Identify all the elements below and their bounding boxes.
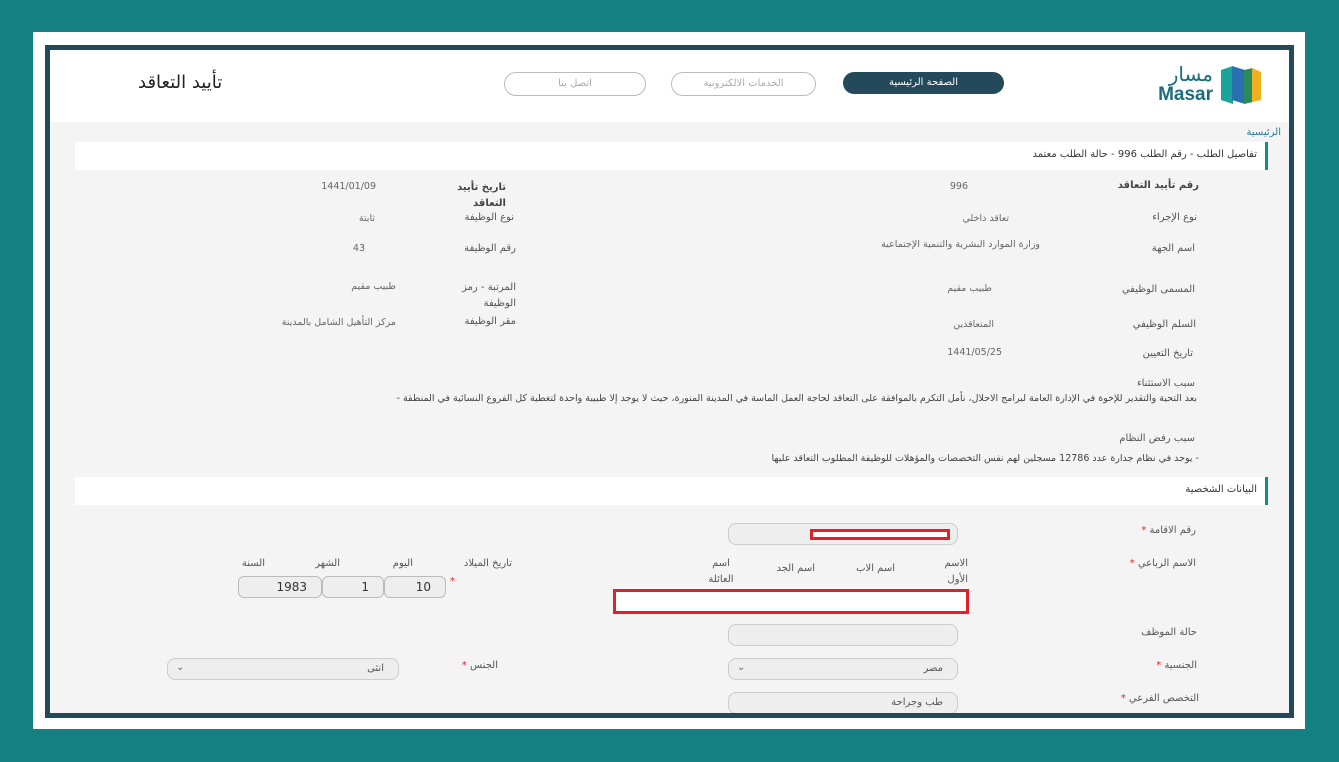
- birthdate-required-mark: *: [450, 576, 455, 587]
- residence-number-label-text: رقم الاقامة: [1149, 525, 1196, 536]
- job-location-label: مقر الوظيفة: [464, 316, 517, 327]
- entity-value: وزارة الموارد البشرية والتنمية الإجتماعي…: [881, 239, 1040, 250]
- page: مسار Masar الصفحة الرئيسية الخدمات الالك…: [50, 50, 1289, 713]
- appointment-date-value: 1441/05/25: [947, 347, 1002, 358]
- nav-home-button[interactable]: الصفحة الرئيسية: [843, 72, 1004, 94]
- request-details-text: تفاصيل الطلب - رقم الطلب 996 - حالة الطل…: [1032, 149, 1257, 160]
- nav-contact-button[interactable]: اتصل بنا: [504, 72, 646, 96]
- contract-number-label: رقم تأييد التعاقد: [1117, 180, 1199, 191]
- sub-specialty-label: التخصص الفرعي *: [1121, 693, 1199, 704]
- entity-label: اسم الجهة: [1151, 243, 1195, 254]
- gender-label: الجنس *: [462, 660, 498, 671]
- nationality-select[interactable]: مصر ⌄: [728, 658, 958, 680]
- redacted-residence-number: [810, 529, 950, 540]
- rank-value: طبيب مقيم: [351, 281, 396, 292]
- redacted-full-name: [613, 589, 969, 614]
- job-location-value: مركز التأهيل الشامل بالمدينة: [281, 317, 396, 328]
- procedure-type-value: تعاقد داخلي: [962, 213, 1009, 224]
- system-reject-text: - يوجد في نظام جدارة عدد 12786 مسجلين له…: [771, 453, 1199, 464]
- grandfather-name-label: اسم الجد: [776, 563, 815, 574]
- system-reject-label: سبب رفض النظام: [1119, 433, 1195, 444]
- exception-reason-label: سبب الاستثناء: [1136, 378, 1195, 389]
- required-mark: *: [1141, 525, 1147, 536]
- birth-month-input[interactable]: 1: [322, 576, 384, 598]
- nationality-label: الجنسية *: [1156, 660, 1197, 671]
- header: مسار Masar الصفحة الرئيسية الخدمات الالك…: [50, 50, 1289, 122]
- birth-year-value: 1983: [276, 580, 307, 594]
- page-title: تأييد التعاقد: [138, 72, 223, 93]
- nationality-label-text: الجنسية: [1164, 660, 1197, 671]
- exception-reason-text: بعد التحية والتقدير للإخوة في الإدارة ال…: [396, 393, 1198, 404]
- birth-day-value: 10: [415, 580, 431, 594]
- job-number-value: 43: [352, 243, 365, 254]
- full-name-label-text: الاسم الرباعي: [1137, 558, 1196, 569]
- confirm-date-value: 1441/01/09: [321, 181, 376, 192]
- logo-english-text: Masar: [1158, 84, 1213, 105]
- employee-status-input[interactable]: [728, 624, 958, 646]
- job-title-value: طبيب مقيم: [947, 283, 992, 294]
- sub-specialty-value: طب وجراحة: [891, 697, 943, 708]
- required-mark: *: [1156, 660, 1162, 671]
- birth-year-input[interactable]: 1983: [238, 576, 322, 598]
- family-name-label: اسم العائلة: [708, 558, 734, 585]
- gender-select[interactable]: انثى ⌄: [167, 658, 399, 680]
- full-name-label: الاسم الرباعي *: [1130, 558, 1196, 569]
- year-label: السنة: [241, 558, 265, 569]
- month-label: الشهر: [315, 558, 340, 569]
- birthdate-label: تاريخ الميلاد: [463, 558, 512, 569]
- appointment-date-label: تاريخ التعيين: [1142, 348, 1193, 359]
- sub-specialty-label-text: التخصص الفرعي: [1128, 693, 1199, 704]
- masar-logo[interactable]: مسار Masar: [1111, 62, 1261, 110]
- birth-day-input[interactable]: 10: [384, 576, 446, 598]
- required-mark: *: [1129, 558, 1135, 569]
- chevron-down-icon: ⌄: [737, 662, 746, 673]
- nationality-value: مصر: [923, 663, 943, 674]
- masar-logo-icon: [1221, 66, 1261, 104]
- chevron-down-icon: ⌄: [176, 662, 185, 673]
- procedure-type-label: نوع الإجراء: [1152, 212, 1197, 223]
- contract-number-value: 996: [949, 181, 968, 192]
- employee-status-label: حالة الموظف: [1141, 627, 1197, 638]
- gender-value: انثى: [367, 663, 384, 674]
- confirm-date-label: تاريخ تأييد التعاقد: [457, 182, 506, 209]
- gender-label-text: الجنس: [469, 660, 498, 671]
- sub-specialty-input[interactable]: طب وجراحة: [728, 692, 958, 713]
- father-name-label: اسم الاب: [856, 563, 895, 574]
- breadcrumb-home-link[interactable]: الرئيسية: [1247, 127, 1281, 138]
- job-title-label: المسمى الوظيفي: [1121, 284, 1195, 295]
- job-scale-label: السلم الوظيفي: [1132, 319, 1196, 330]
- nav-eservices-button[interactable]: الخدمات الالكترونية: [671, 72, 816, 96]
- personal-data-title: البيانات الشخصية: [1185, 484, 1257, 495]
- job-number-label: رقم الوظيفة: [464, 243, 516, 254]
- job-type-label: نوع الوظيفة: [464, 212, 514, 223]
- day-label: اليوم: [392, 558, 413, 569]
- job-scale-value: المتعاقدين: [953, 319, 994, 330]
- birth-month-value: 1: [361, 580, 369, 594]
- rank-label: المرتبة - رمز الوظيفة: [462, 282, 516, 309]
- required-mark: *: [461, 660, 467, 671]
- request-details-bar: تفاصيل الطلب - رقم الطلب 996 - حالة الطل…: [75, 142, 1268, 170]
- residence-number-label: رقم الاقامة *: [1141, 525, 1196, 536]
- first-name-label: الاسم الأول: [944, 558, 968, 585]
- personal-data-bar: البيانات الشخصية: [75, 477, 1268, 505]
- logo-arabic-text: مسار: [1168, 62, 1213, 86]
- job-type-value: ثابتة: [358, 213, 375, 224]
- required-mark: *: [1120, 693, 1126, 704]
